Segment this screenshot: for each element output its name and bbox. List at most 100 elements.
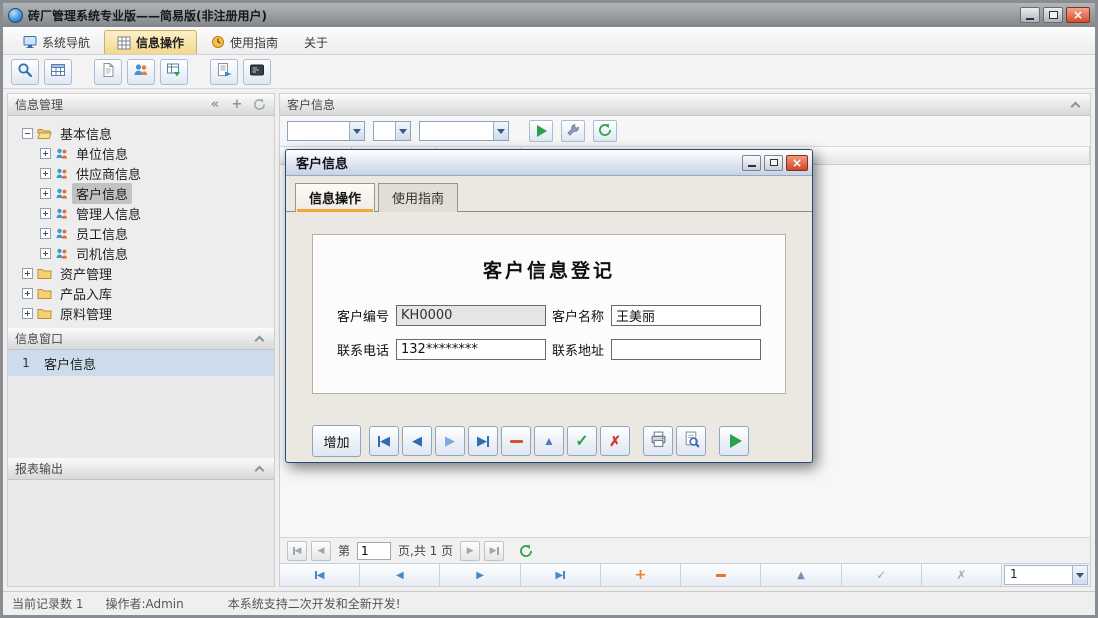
address-input[interactable] xyxy=(611,339,761,360)
dialog-tab-usage-guide[interactable]: 使用指南 xyxy=(378,183,458,212)
monitor-icon xyxy=(23,35,37,49)
record-count-select[interactable]: 1 xyxy=(1004,565,1088,585)
users-button[interactable] xyxy=(127,59,155,85)
tab-about[interactable]: 关于 xyxy=(292,30,340,54)
preview-magnifier-icon xyxy=(683,431,700,451)
expand-toggle-icon[interactable] xyxy=(40,188,51,199)
collapse-panel-button[interactable] xyxy=(251,331,267,347)
tree-item-supplier-info[interactable]: 供应商信息 xyxy=(12,163,270,183)
table-export-button[interactable] xyxy=(160,59,188,85)
tree-item-product-inbound[interactable]: 产品入库 xyxy=(12,283,270,303)
tab-info-operation[interactable]: 信息操作 xyxy=(104,30,197,54)
save-record-button[interactable]: ✓ xyxy=(567,426,597,456)
first-record-button[interactable]: ◀ xyxy=(280,564,360,586)
tab-usage-guide[interactable]: 使用指南 xyxy=(199,30,290,54)
report-export-button[interactable] xyxy=(210,59,238,85)
filter-operator-select[interactable] xyxy=(373,121,411,141)
restore-button[interactable] xyxy=(1043,7,1063,23)
add-icon[interactable]: + xyxy=(229,97,245,113)
dialog-minimize-button[interactable] xyxy=(742,155,761,171)
print-button[interactable] xyxy=(643,426,673,456)
cancel-record-button[interactable]: ✗ xyxy=(922,564,1002,586)
dialog-close-button[interactable]: × xyxy=(786,155,808,171)
run-button[interactable] xyxy=(719,426,749,456)
customer-code-input[interactable] xyxy=(396,305,546,326)
main-panel-title: 客户信息 xyxy=(287,96,1061,113)
item-label: 客户信息 xyxy=(44,354,96,373)
print-preview-button[interactable] xyxy=(676,426,706,456)
dialog-titlebar[interactable]: 客户信息 × xyxy=(286,150,812,176)
next-record-button[interactable]: ▶ xyxy=(440,564,520,586)
collapse-toggle-icon[interactable] xyxy=(22,128,33,139)
refresh-icon[interactable] xyxy=(251,97,267,113)
add-button[interactable]: 增加 xyxy=(312,425,361,457)
item-index: 1 xyxy=(8,356,44,370)
refresh-icon xyxy=(598,123,612,140)
first-record-icon: ◀ xyxy=(378,433,390,449)
expand-toggle-icon[interactable] xyxy=(22,288,33,299)
edit-record-button[interactable]: ▲ xyxy=(534,426,564,456)
previous-record-button[interactable]: ◀ xyxy=(402,426,432,456)
expand-toggle-icon[interactable] xyxy=(40,248,51,259)
refresh-button[interactable] xyxy=(593,120,617,142)
filter-field-select[interactable] xyxy=(287,121,365,141)
search-button[interactable] xyxy=(11,59,39,85)
console-button[interactable] xyxy=(243,59,271,85)
last-record-button[interactable]: ▶ xyxy=(468,426,498,456)
table-view-button[interactable] xyxy=(44,59,72,85)
close-button[interactable]: × xyxy=(1066,7,1090,23)
tree-item-driver-info[interactable]: 司机信息 xyxy=(12,243,270,263)
expand-toggle-icon[interactable] xyxy=(40,208,51,219)
edit-record-button[interactable]: ▲ xyxy=(761,564,841,586)
last-record-button[interactable]: ▶ xyxy=(521,564,601,586)
customer-form: 客户信息登记 客户编号 客户名称 联系电话 联系地址 xyxy=(312,234,786,394)
expand-toggle-icon[interactable] xyxy=(40,148,51,159)
phone-input[interactable] xyxy=(396,339,546,360)
refresh-grid-button[interactable] xyxy=(518,543,534,559)
filter-value-select[interactable] xyxy=(419,121,509,141)
expand-toggle-icon[interactable] xyxy=(40,228,51,239)
page-number-input[interactable] xyxy=(357,542,391,560)
cancel-record-button[interactable]: ✗ xyxy=(600,426,630,456)
expand-toggle-icon[interactable] xyxy=(40,168,51,179)
previous-page-button[interactable]: ◀ xyxy=(311,541,331,561)
tree-item-material-management[interactable]: 原料管理 xyxy=(12,303,270,323)
delete-record-button[interactable] xyxy=(681,564,761,586)
tree-item-unit-info[interactable]: 单位信息 xyxy=(12,143,270,163)
last-page-button[interactable]: ▶ xyxy=(484,541,504,561)
next-page-button[interactable]: ▶ xyxy=(460,541,480,561)
next-record-button[interactable]: ▶ xyxy=(435,426,465,456)
tree-item-staff-info[interactable]: 员工信息 xyxy=(12,223,270,243)
collapse-left-icon[interactable]: « xyxy=(207,97,223,113)
previous-record-button[interactable]: ◀ xyxy=(360,564,440,586)
expand-toggle-icon[interactable] xyxy=(22,308,33,319)
dialog-tab-info-operation[interactable]: 信息操作 xyxy=(295,183,375,212)
first-record-button[interactable]: ◀ xyxy=(369,426,399,456)
tab-system-navigation[interactable]: 系统导航 xyxy=(11,30,102,54)
tree-item-basic-info[interactable]: 基本信息 xyxy=(12,123,270,143)
folder-icon xyxy=(37,267,52,280)
customer-name-input[interactable] xyxy=(611,305,761,326)
collapse-panel-button[interactable] xyxy=(251,461,267,477)
delete-record-button[interactable] xyxy=(501,426,531,456)
expand-toggle-icon[interactable] xyxy=(22,268,33,279)
advanced-search-button[interactable] xyxy=(561,120,585,142)
info-window-item-customer-info[interactable]: 1 客户信息 xyxy=(8,350,274,376)
form-title: 客户信息登记 xyxy=(313,256,785,283)
previous-record-icon: ◀ xyxy=(412,433,422,449)
collapse-panel-button[interactable] xyxy=(1067,97,1083,113)
triangle-up-icon: ▲ xyxy=(797,570,805,581)
minimize-button[interactable] xyxy=(1020,7,1040,23)
maximize-icon xyxy=(770,159,778,166)
tree-item-asset-management[interactable]: 资产管理 xyxy=(12,263,270,283)
tree-item-manager-info[interactable]: 管理人信息 xyxy=(12,203,270,223)
new-document-button[interactable] xyxy=(94,59,122,85)
confirm-record-button[interactable]: ✓ xyxy=(842,564,922,586)
run-query-button[interactable] xyxy=(529,120,553,142)
play-icon xyxy=(730,434,742,448)
first-page-button[interactable]: ◀ xyxy=(287,541,307,561)
dialog-maximize-button[interactable] xyxy=(764,155,783,171)
add-record-button[interactable]: + xyxy=(601,564,681,586)
tree-item-customer-info[interactable]: 客户信息 xyxy=(12,183,270,203)
first-page-icon: ◀ xyxy=(293,546,302,556)
